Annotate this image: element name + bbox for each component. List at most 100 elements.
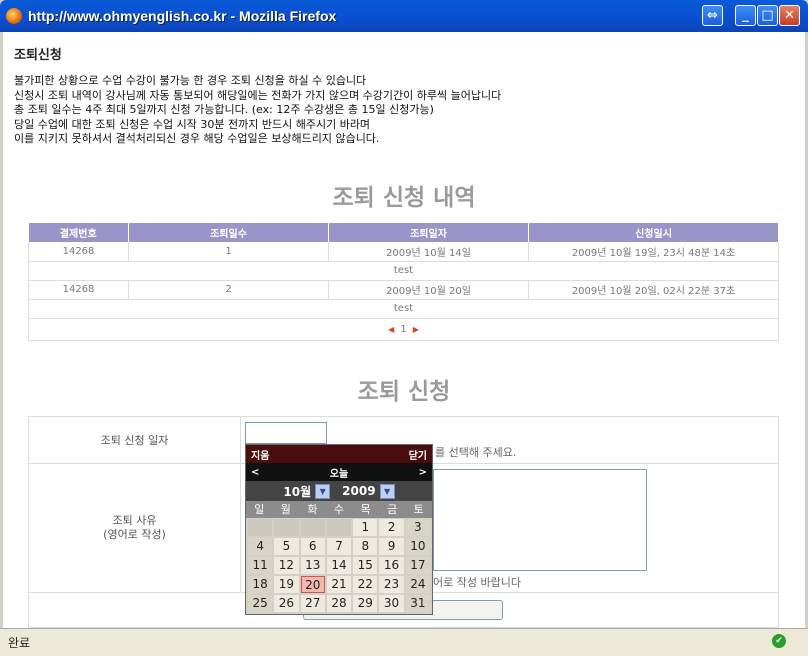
calendar-day[interactable]: 22 [353,576,378,593]
calendar-day[interactable]: 24 [405,576,430,593]
calendar-day[interactable]: 16 [379,557,404,574]
calendar-prev-button[interactable]: < [251,467,259,478]
calendar-day[interactable]: 31 [405,595,430,612]
calendar-day[interactable]: 2 [379,519,404,536]
month-select-value[interactable]: 10월 [283,483,311,500]
cell-payment-no: 14268 [28,242,129,262]
calendar-day[interactable]: 18 [248,576,273,593]
window-title: http://www.ohmyenglish.co.kr - Mozilla F… [28,8,337,24]
check-icon: ✔ [772,634,786,648]
calendar-weekdays: 일 월 화 수 목 금 토 [246,501,432,518]
calendar-day[interactable]: 12 [274,557,299,574]
pagination: ◀ 1 ▶ [28,318,779,341]
weekday-label: 토 [413,503,424,516]
pager-row: ◀ 1 ▶ [28,318,779,341]
history-table: 결제번호 조퇴일수 조퇴일자 신청일시 14268 1 2009년 10월 14… [28,223,779,341]
calendar-navbar: < 오늘 > [246,463,432,481]
weekday-label: 일 [254,503,265,516]
calendar-select-bar: 10월 ▼ 2009 ▼ [246,481,432,501]
calendar-blank-cell [326,519,352,536]
weekday-label: 월 [280,503,291,516]
window-titlebar: http://www.ohmyenglish.co.kr - Mozilla F… [0,0,808,32]
calendar-day[interactable]: 9 [379,538,404,555]
calendar-day[interactable]: 23 [379,576,404,593]
reason-hint: 어로 작성 바랍니다 [433,576,521,589]
year-dropdown-icon[interactable]: ▼ [379,483,395,499]
prev-page-icon[interactable]: ◀ [382,325,400,334]
calendar-day[interactable]: 28 [326,595,352,612]
month-dropdown-icon[interactable]: ▼ [315,483,331,499]
notice-line: 당일 수업에 대한 조퇴 신청은 수업 시작 30분 전까지 반드시 해주시기 … [14,117,371,131]
calendar-day-grid: 1 2 3 4 5 6 7 8 9 10 11 12 13 14 15 16 17 18 19 20 21 22 23 24 2… [246,518,432,614]
table-row: 14268 2 2009년 10월 20일 2009년 10월 20일, 02시… [28,280,779,300]
cell-date: 2009년 10월 20일 [328,280,529,300]
calendar-day[interactable]: 21 [326,576,352,593]
date-label: 조퇴 신청 일자 [28,416,241,464]
cell-date: 2009년 10월 14일 [328,242,529,262]
calendar-day[interactable]: 27 [300,595,325,612]
table-row: 14268 1 2009년 10월 14일 2009년 10월 19일, 23시… [28,242,779,262]
year-select-value[interactable]: 2009 [342,484,375,498]
minimize-button[interactable]: _ [735,5,756,26]
calendar-day[interactable]: 10 [405,538,430,555]
page-content: 조퇴신청 불가피한 상황으로 수업 수강이 불가능 한 경우 조퇴 신청을 하실… [3,32,805,628]
calendar-blank-cell [274,519,299,536]
calendar-day[interactable]: 25 [248,595,273,612]
statusbar: 완료 ✔ [0,628,808,656]
history-title: 조퇴 신청 내역 [332,185,476,211]
calendar-day[interactable]: 30 [379,595,404,612]
date-hint: 를 선택해 주세요. [435,446,517,459]
calendar-today-button[interactable]: 오늘 [330,465,348,480]
date-input[interactable] [245,422,327,444]
calendar-day[interactable]: 26 [274,595,299,612]
table-row-note: test [28,299,779,319]
calendar-day[interactable]: 19 [274,576,299,593]
calendar-day[interactable]: 17 [405,557,430,574]
calendar-day[interactable]: 6 [300,538,325,555]
calendar-clear-button[interactable]: 지움 [251,447,269,462]
calendar-close-button[interactable]: 닫기 [409,447,427,462]
col-date: 조퇴일자 [328,223,529,242]
calendar-blank-cell [300,519,325,536]
cell-days: 1 [128,242,329,262]
notice-line: 불가피한 상황으로 수업 수강이 불가능 한 경우 조퇴 신청을 하실 수 있습… [14,74,367,87]
calendar-day[interactable]: 8 [353,538,378,555]
calendar-day[interactable]: 7 [326,538,352,555]
maximize-button[interactable]: □ [757,5,778,26]
cell-payment-no: 14268 [28,280,129,300]
close-button[interactable]: ✕ [779,5,800,26]
notice-line: 총 조퇴 일수는 4주 최대 5일까지 신청 가능합니다. (ex: 12주 수… [14,103,434,117]
notice-line: 이를 지키지 못하셔서 결석처리되신 경우 해당 수업일은 보상해드리지 않습니… [14,132,380,146]
next-page-icon[interactable]: ▶ [407,325,425,334]
firefox-icon [6,8,22,24]
calendar-blank-cell [248,519,273,536]
table-row-note: test [28,261,779,281]
calendar-day[interactable]: 4 [248,538,273,555]
calendar-next-button[interactable]: > [419,467,427,478]
form-title: 조퇴 신청 [357,379,451,405]
page-number[interactable]: 1 [400,324,406,335]
calendar-day[interactable]: 5 [274,538,299,555]
notice-line: 신청시 조퇴 내역이 강사님께 자동 통보되어 해당일에는 전화가 가지 않으며… [14,88,502,102]
weekday-label: 수 [333,503,345,516]
calendar-day[interactable]: 14 [326,557,352,574]
col-payment-no: 결제번호 [28,223,129,242]
calendar-day[interactable]: 29 [353,595,378,612]
calendar-day[interactable]: 11 [248,557,273,574]
calendar-day[interactable]: 13 [300,557,325,574]
reason-textarea[interactable] [433,469,647,571]
page-title: 조퇴신청 [14,48,62,63]
weekday-label: 화 [307,503,318,516]
reason-sublabel: (영어로 작성) [103,528,166,541]
reason-label: 조퇴 사유 [112,514,157,527]
calendar-day[interactable]: 3 [405,519,430,536]
col-requested: 신청일시 [528,223,779,242]
calendar-day[interactable]: 1 [353,519,378,536]
calendar-day[interactable]: 15 [353,557,378,574]
calendar-day[interactable]: 20 [300,576,325,593]
calendar-topbar: 지움 닫기 [246,445,432,463]
restore-arrows-icon[interactable]: ⇔ [702,5,723,26]
weekday-label: 목 [360,503,371,516]
cell-requested: 2009년 10월 20일, 02시 22분 37초 [528,280,779,300]
col-days: 조퇴일수 [128,223,329,242]
